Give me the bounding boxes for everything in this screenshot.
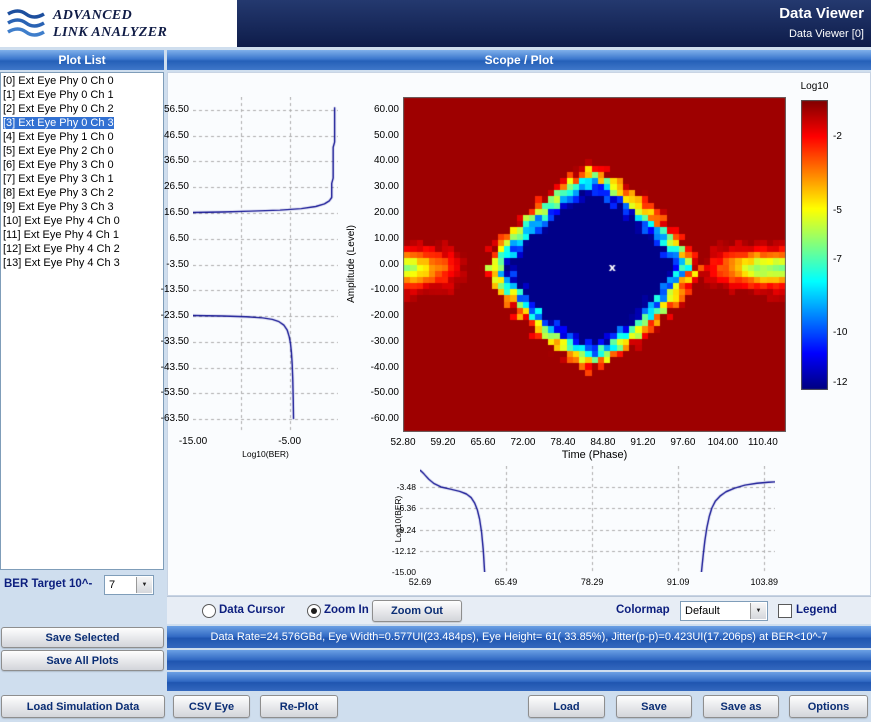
re-plot-button[interactable]: Re-Plot — [260, 695, 338, 718]
tick-label: 20.00 — [359, 207, 399, 219]
tick-label: 6.50 — [149, 233, 189, 245]
colormap-value: Default — [685, 605, 720, 617]
tick-label: 10.00 — [359, 233, 399, 245]
tick-label: 103.89 — [740, 576, 788, 588]
tick-label: 30.00 — [359, 181, 399, 193]
status-bar-row3 — [167, 672, 871, 691]
zoom-out-button[interactable]: Zoom Out — [372, 600, 462, 622]
tick-label: -3.50 — [149, 259, 189, 271]
load-simulation-data-button[interactable]: Load Simulation Data — [1, 695, 165, 718]
tick-label: -5.00 — [266, 436, 314, 448]
eye-xlabel: Time (Phase) — [535, 449, 655, 461]
colormap-label: Colormap — [616, 604, 670, 616]
save-button[interactable]: Save — [616, 695, 692, 718]
tick-label: -40.00 — [359, 362, 399, 374]
colorbar-tick: -10 — [833, 327, 847, 339]
chevron-down-icon: ▼ — [750, 603, 766, 619]
horizontal_bathtub — [420, 466, 775, 572]
tick-label: -33.50 — [149, 336, 189, 348]
colorbar-tick: -2 — [833, 131, 842, 143]
csv-eye-button[interactable]: CSV Eye — [173, 695, 250, 718]
tick-label: -3.48 — [376, 481, 416, 493]
tick-label: 78.29 — [568, 576, 616, 588]
save-selected-button[interactable]: Save Selected — [1, 627, 164, 648]
status-bar-row2 — [167, 650, 871, 670]
horizontal-bathtub-ylabel: Log10(BER) — [392, 496, 404, 543]
zoom-in-radio[interactable] — [307, 604, 321, 618]
tick-label: -12.12 — [376, 545, 416, 557]
tick-label: -63.50 — [149, 413, 189, 425]
colormap-dropdown[interactable]: Default ▼ — [680, 601, 768, 621]
tick-label: 110.40 — [739, 437, 787, 449]
colorbar-tick: -12 — [833, 377, 847, 389]
tick-label: 50.00 — [359, 130, 399, 142]
tick-label: -20.00 — [359, 310, 399, 322]
eye-diagram-heatmap[interactable] — [403, 97, 786, 432]
data-cursor-radio[interactable] — [202, 604, 216, 618]
colorbar-tick: -5 — [833, 205, 842, 217]
options-button[interactable]: Options — [789, 695, 868, 718]
vertical_bathtub — [193, 97, 338, 432]
data-cursor-label: Data Cursor — [219, 604, 285, 616]
colorbar-title: Log10 — [793, 81, 836, 93]
tick-label: -60.00 — [359, 413, 399, 425]
tick-label: 16.50 — [149, 207, 189, 219]
tick-label: 52.69 — [396, 576, 444, 588]
tick-label: -15.00 — [169, 436, 217, 448]
legend-label: Legend — [796, 604, 837, 616]
tick-label: 65.49 — [482, 576, 530, 588]
tick-label: -23.50 — [149, 310, 189, 322]
tick-label: 91.09 — [654, 576, 702, 588]
eye-ylabel: Amplitude (Level) — [346, 225, 358, 303]
colorbar — [801, 100, 828, 390]
tick-label: -10.00 — [359, 284, 399, 296]
tick-label: -13.50 — [149, 284, 189, 296]
tick-label: 0.00 — [359, 259, 399, 271]
tick-label: -43.50 — [149, 362, 189, 374]
tick-label: 26.50 — [149, 181, 189, 193]
tick-label: 56.50 — [149, 104, 189, 116]
zoom-in-label: Zoom In — [324, 604, 369, 616]
tick-label: 36.50 — [149, 155, 189, 167]
colorbar-tick: -7 — [833, 254, 842, 266]
save-all-plots-button[interactable]: Save All Plots — [1, 650, 164, 671]
tick-label: -50.00 — [359, 387, 399, 399]
status-text: Data Rate=24.576GBd, Eye Width=0.577UI(2… — [211, 631, 828, 643]
tick-label: 46.50 — [149, 130, 189, 142]
tick-label: 60.00 — [359, 104, 399, 116]
tick-label: -53.50 — [149, 387, 189, 399]
legend-checkbox[interactable] — [778, 604, 792, 618]
app-window: ADVANCED LINK ANALYZER Data Viewer Data … — [0, 0, 871, 722]
load-button[interactable]: Load — [528, 695, 605, 718]
save-as-button[interactable]: Save as — [703, 695, 779, 718]
status-bar: Data Rate=24.576GBd, Eye Width=0.577UI(2… — [167, 626, 871, 648]
tick-label: -30.00 — [359, 336, 399, 348]
tick-label: 40.00 — [359, 155, 399, 167]
vertical_bathtub-xlabel: Log10(BER) — [221, 448, 311, 460]
